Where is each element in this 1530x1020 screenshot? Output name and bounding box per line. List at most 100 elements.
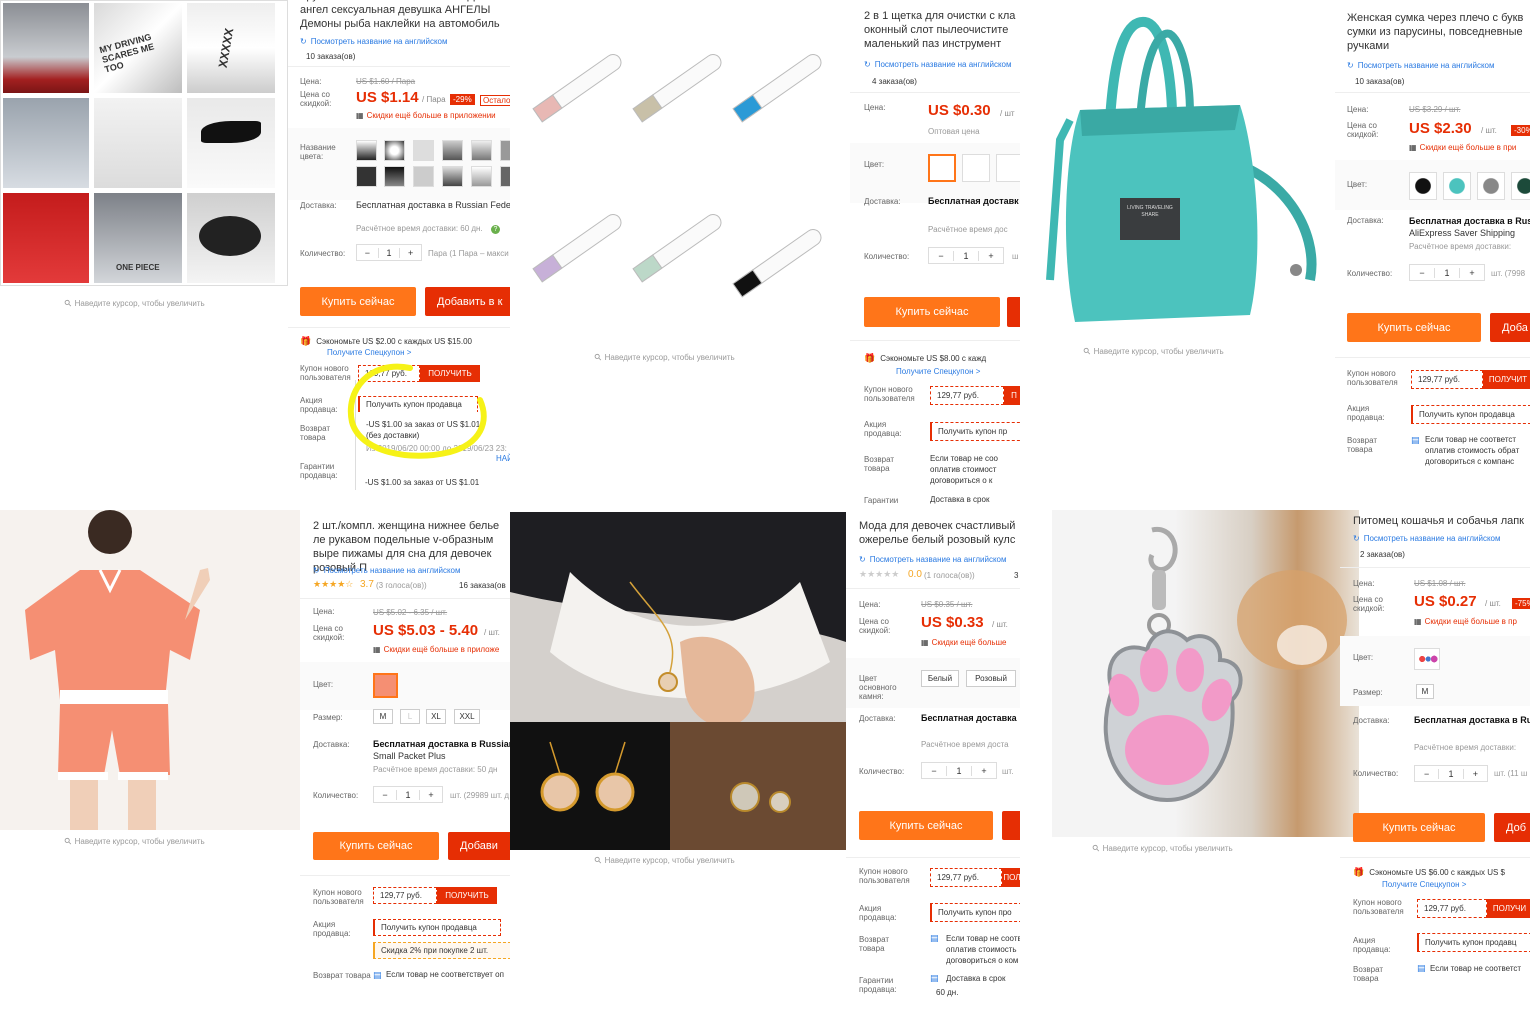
color-swatch-4[interactable]: [442, 140, 463, 161]
minus-button[interactable]: −: [929, 251, 953, 261]
color-swatch-3[interactable]: [996, 154, 1020, 182]
color-swatch-9[interactable]: [413, 166, 434, 187]
special-coupon-link[interactable]: Получите Спецкупон >: [1382, 880, 1466, 889]
wholesale-price[interactable]: Оптовая цена: [928, 127, 980, 136]
get-coupon-button[interactable]: ПОЛУЧИТ: [1483, 370, 1530, 389]
size-option-xl[interactable]: XL: [426, 709, 446, 724]
bulk-discount-promo[interactable]: Скидка 2% при покупке 2 шт.: [373, 942, 511, 959]
color-swatch-black[interactable]: [1409, 172, 1437, 200]
special-coupon-link[interactable]: Получите Спецкупон >: [327, 348, 411, 357]
get-coupon-button[interactable]: П: [1004, 386, 1020, 405]
minus-button[interactable]: −: [922, 766, 946, 776]
color-swatch-blue[interactable]: [928, 154, 956, 182]
plus-button[interactable]: +: [1464, 769, 1487, 779]
delivery-value[interactable]: Бесплатная доставка в Russian F: [373, 739, 512, 749]
plus-button[interactable]: +: [420, 790, 442, 800]
get-coupon-button[interactable]: ПОЛУЧИТЬ: [437, 887, 497, 904]
color-swatch-green[interactable]: [1511, 172, 1530, 200]
size-option-m[interactable]: M: [1416, 684, 1434, 699]
special-coupon-link[interactable]: Получите Спецкупон >: [896, 367, 980, 376]
delivery-service[interactable]: AliExpress Saver Shipping: [1409, 228, 1515, 238]
add-to-cart-button[interactable]: Доба: [1490, 313, 1530, 342]
pajamas-gallery[interactable]: [0, 510, 300, 830]
quantity-stepper[interactable]: − 1 +: [1414, 765, 1488, 782]
quantity-value[interactable]: 1: [396, 789, 420, 800]
quantity-stepper[interactable]: − 1 +: [356, 244, 422, 261]
buy-now-button[interactable]: Купить сейчас: [1347, 313, 1481, 342]
color-swatch-2[interactable]: [962, 154, 990, 182]
buy-now-button[interactable]: Купить сейчас: [1353, 813, 1485, 842]
english-title-link[interactable]: Посмотреть название на английском: [1353, 534, 1501, 543]
get-seller-coupon-button[interactable]: Получить купон про: [930, 903, 1020, 922]
buy-now-button[interactable]: Купить сейчас: [859, 811, 993, 840]
english-title-link[interactable]: Посмотреть название на английском: [313, 566, 461, 575]
add-to-cart-button[interactable]: Доб: [1494, 813, 1530, 842]
buy-now-button[interactable]: Купить сейчас: [864, 297, 1000, 327]
delivery-value[interactable]: Бесплатная доставк: [928, 196, 1019, 206]
app-discount-link[interactable]: Скидки ещё больше в при: [1409, 143, 1517, 152]
color-swatch-gray[interactable]: [1477, 172, 1505, 200]
color-swatch-1[interactable]: [356, 140, 377, 161]
get-coupon-button[interactable]: ПОЛ: [1002, 868, 1020, 887]
app-discount-link[interactable]: Скидки ещё больше: [921, 638, 1007, 647]
color-swatch-multi[interactable]: [1414, 648, 1440, 670]
size-option-l[interactable]: L: [400, 709, 420, 724]
quantity-value[interactable]: 1: [946, 765, 972, 776]
bag-gallery[interactable]: LIVING TRAVELING SHARE: [1020, 0, 1335, 340]
quantity-stepper[interactable]: − 1 +: [928, 247, 1004, 264]
rating-votes[interactable]: (3 голоса(ов)): [376, 581, 427, 590]
plus-button[interactable]: +: [979, 251, 1003, 261]
color-swatch-3[interactable]: [413, 140, 434, 161]
english-title-link[interactable]: Посмотреть название на английском: [300, 37, 448, 46]
app-discount-link[interactable]: Скидки ещё больше в приложе: [373, 645, 500, 654]
plus-button[interactable]: +: [972, 766, 996, 776]
get-seller-coupon-button[interactable]: Получить купон продавц: [1417, 933, 1530, 952]
size-option-xxl[interactable]: XXL: [454, 709, 480, 724]
app-discount-link[interactable]: Скидки ещё больше в пр: [1414, 617, 1517, 626]
help-icon[interactable]: ?: [491, 225, 500, 234]
quantity-stepper[interactable]: − 1 +: [373, 786, 443, 803]
buy-now-button[interactable]: Купить сейчас: [300, 287, 416, 316]
stone-option-pink[interactable]: Розовый: [966, 670, 1016, 687]
get-seller-coupon-button[interactable]: Получить купон продавца: [373, 919, 501, 936]
minus-button[interactable]: −: [374, 790, 396, 800]
sticker-gallery[interactable]: MY DRIVING SCARES ME TOO XXXXX ONE PIECE: [0, 0, 288, 286]
paw-tag-gallery[interactable]: [1052, 510, 1359, 837]
delivery-value[interactable]: Бесплатная доставка в Russian Federa: [356, 200, 512, 210]
necklace-gallery[interactable]: [510, 512, 846, 850]
add-to-cart-button[interactable]: Добавить в к: [425, 287, 512, 316]
rating-votes[interactable]: (1 голоса(ов)): [924, 571, 975, 580]
color-swatch-10[interactable]: [442, 166, 463, 187]
delivery-value[interactable]: Бесплатная доставка в Ru: [1414, 715, 1530, 725]
color-swatch-teal[interactable]: [1443, 172, 1471, 200]
add-to-cart-button[interactable]: [1002, 811, 1020, 840]
quantity-value[interactable]: 1: [377, 247, 401, 258]
color-swatch-11[interactable]: [471, 166, 492, 187]
minus-button[interactable]: −: [1415, 769, 1438, 779]
quantity-value[interactable]: 1: [1438, 768, 1464, 779]
color-swatch-5[interactable]: [471, 140, 492, 161]
add-to-cart-button[interactable]: [1007, 297, 1020, 327]
minus-button[interactable]: −: [357, 248, 378, 258]
get-seller-coupon-button[interactable]: Получить купон продавца: [1411, 405, 1530, 424]
app-discount-link[interactable]: Скидки ещё больше в приложении: [356, 111, 496, 120]
quantity-value[interactable]: 1: [1434, 267, 1460, 278]
get-seller-coupon-button[interactable]: Получить купон пр: [930, 422, 1020, 441]
plus-button[interactable]: +: [400, 248, 421, 258]
quantity-stepper[interactable]: − 1 +: [1409, 264, 1485, 281]
delivery-service[interactable]: Small Packet Plus: [373, 751, 446, 761]
buy-now-button[interactable]: Купить сейчас: [313, 832, 439, 860]
add-to-cart-button[interactable]: Добави: [448, 832, 512, 860]
color-swatch-2[interactable]: [384, 140, 405, 161]
color-swatch-7[interactable]: [356, 166, 377, 187]
color-swatch-8[interactable]: [384, 166, 405, 187]
brush-gallery[interactable]: [510, 0, 850, 345]
english-title-link[interactable]: Посмотреть название на английском: [1347, 61, 1495, 70]
size-option-m[interactable]: M: [373, 709, 393, 724]
plus-button[interactable]: +: [1460, 268, 1484, 278]
get-coupon-button[interactable]: ПОЛУЧИ: [1487, 899, 1530, 918]
english-title-link[interactable]: Посмотреть название на английском: [864, 60, 1012, 69]
english-title-link[interactable]: Посмотреть название на английском: [859, 555, 1007, 564]
minus-button[interactable]: −: [1410, 268, 1434, 278]
delivery-value[interactable]: Бесплатная доставка: [921, 713, 1017, 723]
